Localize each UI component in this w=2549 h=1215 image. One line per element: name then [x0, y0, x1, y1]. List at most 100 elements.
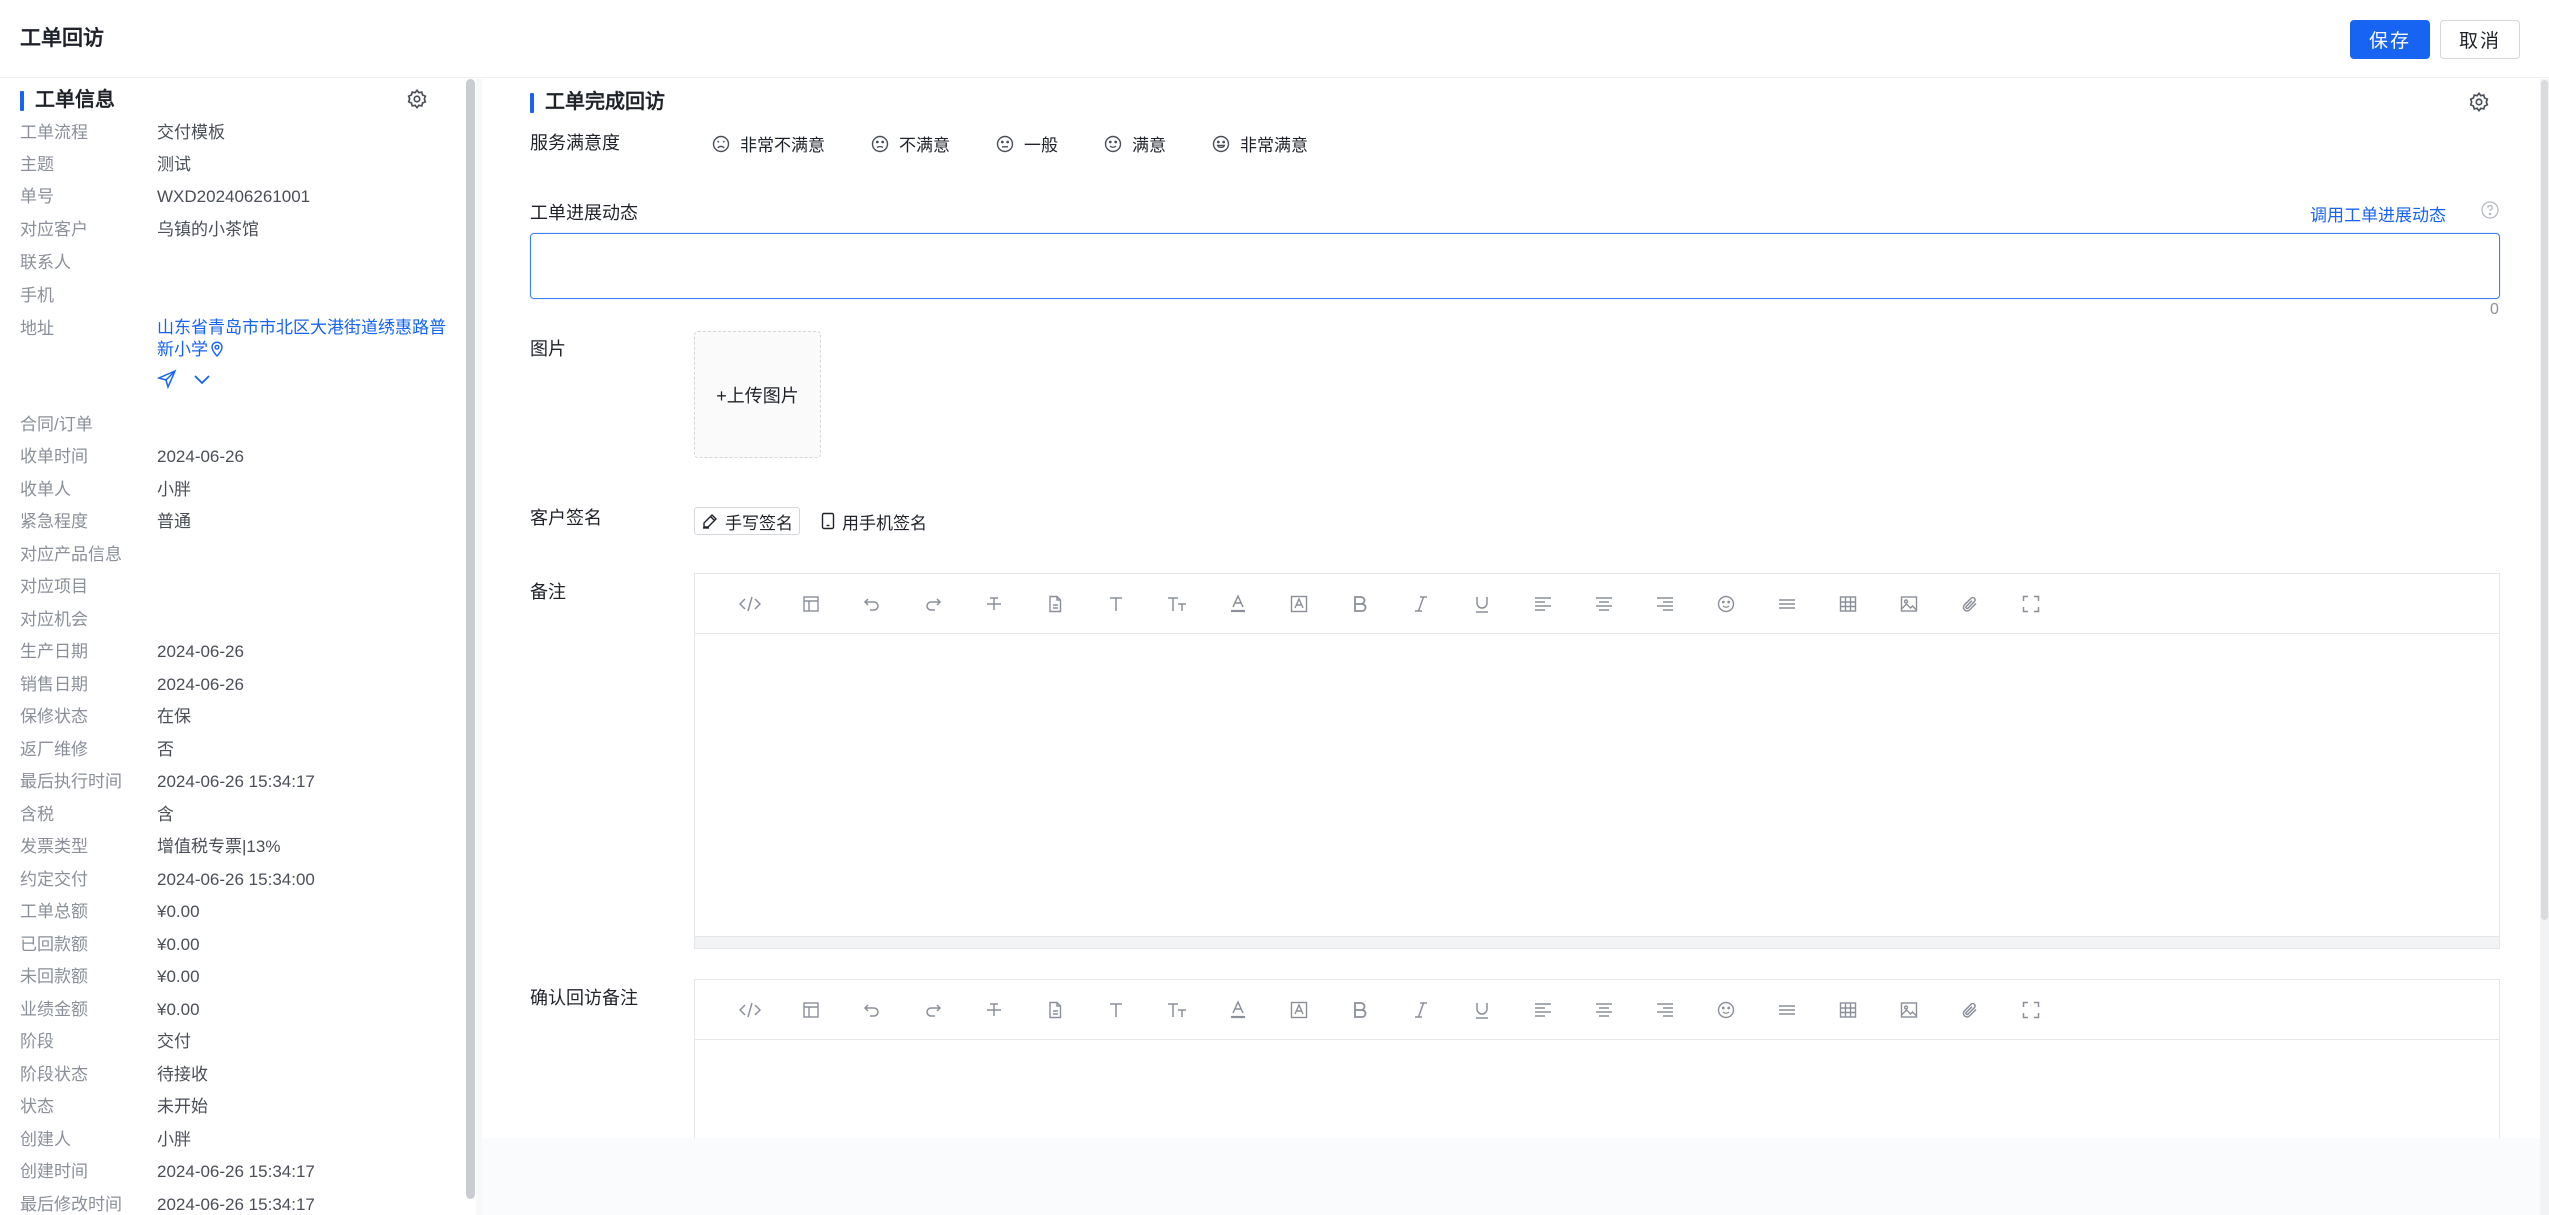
info-row: 主题 测试: [20, 153, 450, 177]
progress-textarea[interactable]: [530, 233, 2500, 299]
gear-icon[interactable]: [406, 88, 428, 110]
image-icon[interactable]: [1878, 589, 1939, 619]
template-icon[interactable]: [780, 589, 841, 619]
undo-icon[interactable]: [841, 995, 902, 1025]
align-right-icon[interactable]: [1634, 589, 1695, 619]
info-row: 阶段状态 待接收: [20, 1063, 450, 1087]
gear-icon[interactable]: [2468, 91, 2490, 113]
line-height-icon[interactable]: [1756, 995, 1817, 1025]
location-pin-icon: [211, 341, 223, 357]
image-label: 图片: [530, 339, 566, 359]
cancel-button[interactable]: 取消: [2440, 20, 2520, 59]
rating-label: 满意: [1132, 136, 1166, 155]
info-value: ¥0.00: [157, 967, 200, 986]
table-icon[interactable]: [1817, 995, 1878, 1025]
image-icon[interactable]: [1878, 995, 1939, 1025]
editor-resize-bar[interactable]: [695, 936, 2499, 948]
redo-icon[interactable]: [902, 995, 963, 1025]
info-row: 对应客户 乌镇的小茶馆: [20, 218, 450, 242]
info-value: 待接收: [157, 1065, 208, 1084]
info-label: 地址: [20, 319, 54, 338]
info-value: WXD202406261001: [157, 187, 311, 206]
info-value: 2024-06-26 15:34:17: [157, 772, 315, 791]
navigate-send-icon[interactable]: [157, 369, 177, 389]
align-left-icon[interactable]: [1512, 589, 1573, 619]
table-icon[interactable]: [1817, 589, 1878, 619]
bold-icon[interactable]: [1329, 995, 1390, 1025]
info-label: 收单时间: [20, 447, 88, 466]
underline-icon[interactable]: [1451, 995, 1512, 1025]
info-value: 交付: [157, 1032, 191, 1051]
align-left-icon[interactable]: [1512, 995, 1573, 1025]
font-color-icon[interactable]: [1207, 995, 1268, 1025]
code-view-icon[interactable]: [719, 995, 780, 1025]
info-label: 对应客户: [20, 220, 88, 239]
emoji-icon[interactable]: [1695, 589, 1756, 619]
rating-option-neutral[interactable]: 一般: [996, 131, 1058, 156]
info-value: 交付模板: [157, 123, 225, 142]
font-size-icon[interactable]: [1146, 589, 1207, 619]
background-color-icon[interactable]: [1268, 995, 1329, 1025]
align-center-icon[interactable]: [1573, 995, 1634, 1025]
info-value: 小胖: [157, 1130, 191, 1149]
format-painter-icon[interactable]: [1024, 995, 1085, 1025]
right-scrollbar-thumb[interactable]: [2541, 80, 2548, 920]
info-label: 手机: [20, 286, 54, 305]
info-value: 2024-06-26 15:34:17: [157, 1195, 315, 1214]
redo-icon[interactable]: [902, 589, 963, 619]
rating-label: 一般: [1024, 136, 1058, 155]
underline-icon[interactable]: [1451, 589, 1512, 619]
info-label: 对应项目: [20, 577, 88, 596]
address-actions: [157, 369, 213, 389]
info-label: 最后执行时间: [20, 772, 122, 791]
code-view-icon[interactable]: [719, 589, 780, 619]
handwrite-sign-button[interactable]: 手写签名: [694, 507, 800, 535]
align-center-icon[interactable]: [1573, 589, 1634, 619]
info-value: 未开始: [157, 1097, 208, 1116]
fullscreen-icon[interactable]: [2000, 995, 2061, 1025]
section-title-return-visit: 工单完成回访: [545, 91, 665, 113]
format-painter-icon[interactable]: [1024, 589, 1085, 619]
background-color-icon[interactable]: [1268, 589, 1329, 619]
italic-icon[interactable]: [1390, 995, 1451, 1025]
rating-option-very-satisfied[interactable]: 非常满意: [1212, 131, 1308, 156]
strikethrough-icon[interactable]: [963, 995, 1024, 1025]
rating-option-unsatisfied[interactable]: 不满意: [871, 131, 950, 156]
attachment-icon[interactable]: [1939, 589, 2000, 619]
attachment-icon[interactable]: [1939, 995, 2000, 1025]
emoji-icon[interactable]: [1695, 995, 1756, 1025]
info-row: 已回款额 ¥0.00: [20, 933, 450, 957]
upload-image-button[interactable]: +上传图片: [694, 331, 821, 458]
info-row: 创建时间 2024-06-26 15:34:17: [20, 1160, 450, 1184]
info-row: 发票类型 增值税专票|13%: [20, 835, 450, 859]
remark-label: 备注: [530, 582, 566, 602]
fullscreen-icon[interactable]: [2000, 589, 2061, 619]
font-color-icon[interactable]: [1207, 589, 1268, 619]
font-icon[interactable]: [1085, 589, 1146, 619]
font-size-icon[interactable]: [1146, 995, 1207, 1025]
rating-option-very-unsatisfied[interactable]: 非常不满意: [712, 131, 825, 156]
template-icon[interactable]: [780, 995, 841, 1025]
address-text[interactable]: 山东省青岛市市北区大港街道绣惠路普新小学: [157, 318, 446, 359]
address-link[interactable]: 山东省青岛市市北区大港街道绣惠路普新小学: [157, 317, 457, 361]
line-height-icon[interactable]: [1756, 589, 1817, 619]
call-progress-link[interactable]: 调用工单进展动态: [2310, 201, 2446, 226]
align-right-icon[interactable]: [1634, 995, 1695, 1025]
save-button[interactable]: 保存: [2350, 20, 2430, 59]
info-value: 测试: [157, 155, 191, 174]
italic-icon[interactable]: [1390, 589, 1451, 619]
info-row: 销售日期 2024-06-26: [20, 673, 450, 697]
chevron-down-icon[interactable]: [191, 369, 213, 389]
page-header: 工单回访 保存 取消: [0, 0, 2549, 78]
remark-editor-body[interactable]: [695, 634, 2499, 936]
bold-icon[interactable]: [1329, 589, 1390, 619]
font-icon[interactable]: [1085, 995, 1146, 1025]
help-icon[interactable]: [2480, 200, 2500, 220]
strikethrough-icon[interactable]: [963, 589, 1024, 619]
very-sad-face-icon: [712, 135, 730, 152]
rating-option-satisfied[interactable]: 满意: [1104, 131, 1166, 156]
undo-icon[interactable]: [841, 589, 902, 619]
info-row: 工单流程 交付模板: [20, 121, 450, 145]
phone-sign-button[interactable]: 用手机签名: [820, 507, 927, 535]
left-panel-scrollbar[interactable]: [466, 79, 475, 1199]
